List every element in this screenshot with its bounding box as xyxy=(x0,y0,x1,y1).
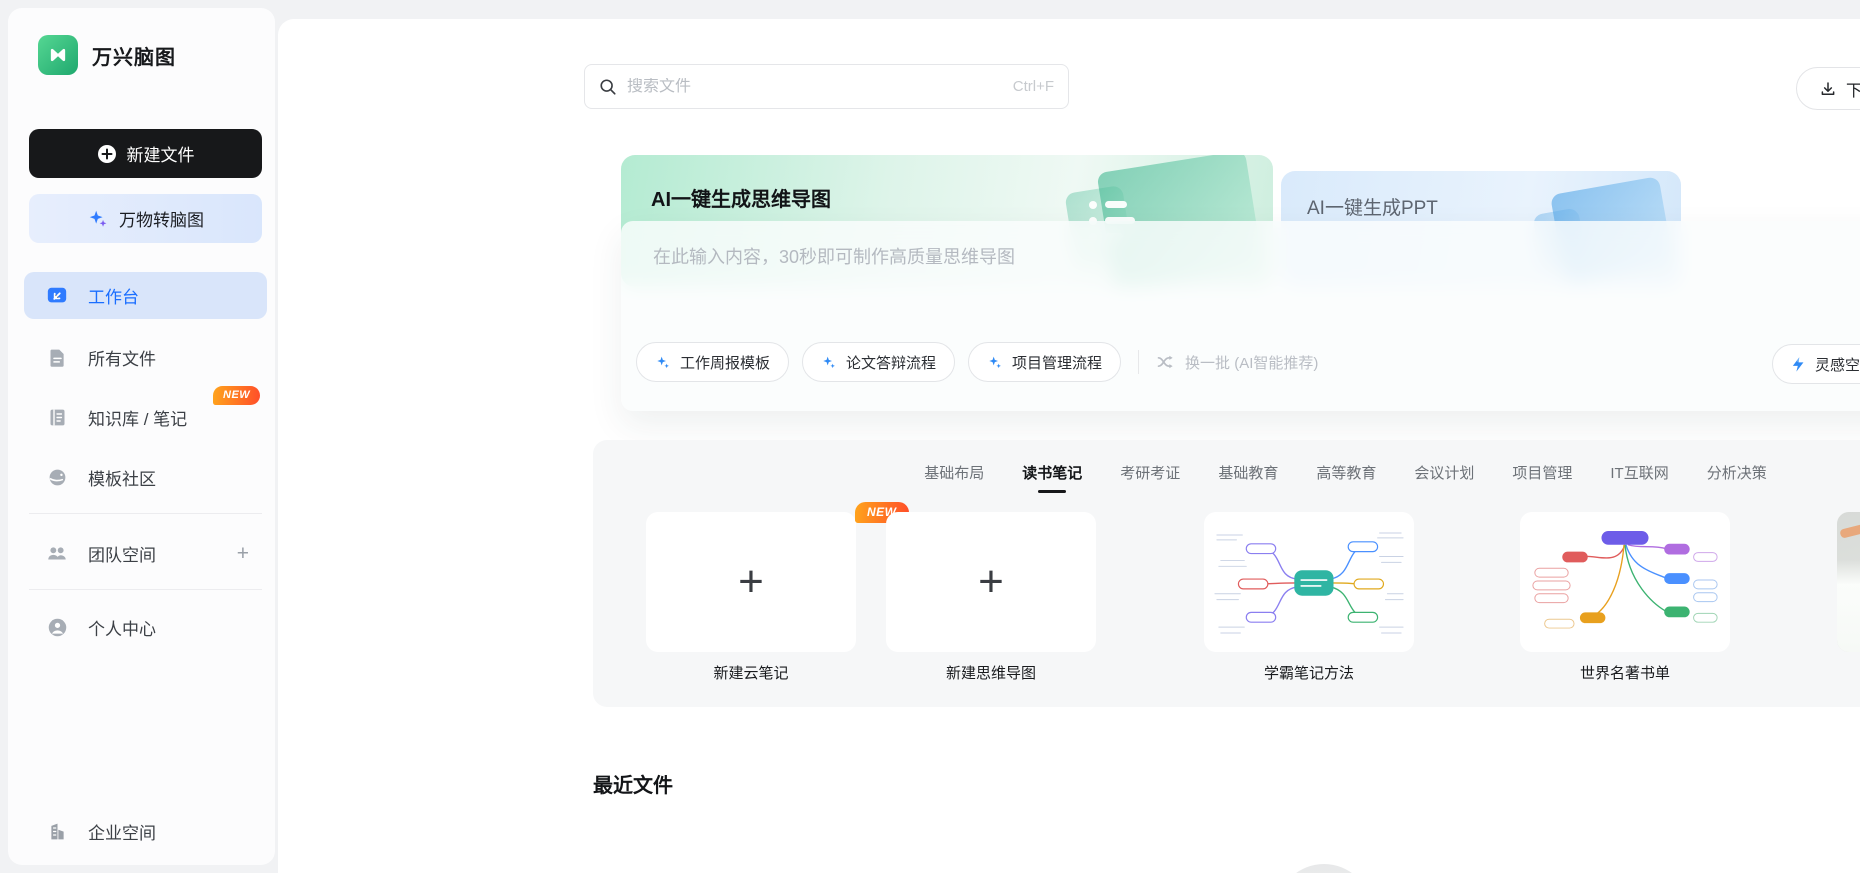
card-study-notes-template[interactable] xyxy=(1204,512,1414,652)
shuffle-icon xyxy=(1156,352,1176,372)
tab-basic-layout[interactable]: 基础布局 xyxy=(924,462,984,493)
main-panel: Ctrl+F 下载客户端 登录/注册 登录免费使用 xyxy=(278,19,1860,873)
workbench-icon xyxy=(46,285,68,307)
search-shortcut-hint: Ctrl+F xyxy=(1012,78,1054,95)
tab-exam-certification[interactable]: 考研考证 xyxy=(1120,462,1180,493)
app-window: 万兴脑图 新建文件 万物转脑图 工作台 所有文件 知识库 / 笔记 NEW 模板… xyxy=(0,0,1860,873)
sidebar-divider xyxy=(29,513,262,514)
template-chip-row: 工作周报模板 论文答辩流程 项目管理流程 换一批 (AI智能推荐) xyxy=(636,342,1318,382)
template-tabs: 基础布局 读书笔记 考研考证 基础教育 高等教育 会议计划 项目管理 IT互联网… xyxy=(593,462,1860,493)
sidebar: 万兴脑图 新建文件 万物转脑图 工作台 所有文件 知识库 / 笔记 NEW 模板… xyxy=(8,8,275,865)
user-icon xyxy=(46,617,68,639)
chip-project-management[interactable]: 项目管理流程 xyxy=(968,342,1122,382)
app-title: 万兴脑图 xyxy=(92,46,176,69)
chip-label: 论文答辩流程 xyxy=(846,354,937,372)
team-icon xyxy=(46,543,68,565)
plus-icon: + xyxy=(978,557,1004,606)
tab-basic-education[interactable]: 基础教育 xyxy=(1218,462,1278,493)
file-icon xyxy=(46,347,68,369)
chip-weekly-report[interactable]: 工作周报模板 xyxy=(636,342,790,382)
download-client-button[interactable]: 下载客户端 xyxy=(1796,67,1860,110)
inspiration-label: 灵感空间 xyxy=(1814,356,1860,374)
download-label: 下载客户端 xyxy=(1845,82,1860,100)
more-card-overlay xyxy=(1837,512,1860,652)
plus-icon: + xyxy=(738,557,764,606)
sidebar-item-all-files[interactable]: 所有文件 xyxy=(24,334,267,381)
mindmap-thumbnail xyxy=(1532,531,1718,629)
sidebar-divider xyxy=(29,589,262,590)
recent-files-title: 最近文件 xyxy=(593,775,673,797)
tab-meeting-plan[interactable]: 会议计划 xyxy=(1414,462,1474,493)
building-icon xyxy=(46,821,68,843)
search-input[interactable] xyxy=(627,77,1003,96)
card-label: 更多 xyxy=(1837,662,1860,683)
search-icon xyxy=(599,78,617,96)
card-more-templates[interactable]: 100w+精品模板 → xyxy=(1837,512,1860,652)
tab-higher-education[interactable]: 高等教育 xyxy=(1316,462,1376,493)
tab-it-internet[interactable]: IT互联网 xyxy=(1610,462,1668,493)
ai-transform-label: 万物转脑图 xyxy=(119,211,204,230)
sidebar-item-label: 个人中心 xyxy=(88,620,156,639)
new-file-button[interactable]: 新建文件 xyxy=(29,129,262,178)
sidebar-item-label: 团队空间 xyxy=(88,546,156,565)
sidebar-item-label: 知识库 / 笔记 xyxy=(88,410,188,429)
sidebar-item-label: 所有文件 xyxy=(88,350,156,369)
sparkle-icon xyxy=(987,354,1003,370)
community-icon xyxy=(46,467,68,489)
card-label: 世界名著书单 xyxy=(1579,665,1670,682)
card-new-cloud-note[interactable]: + xyxy=(646,512,856,652)
chip-label: 工作周报模板 xyxy=(680,354,771,372)
sidebar-item-label: 工作台 xyxy=(88,288,139,307)
sparkle-icon xyxy=(655,354,671,370)
app-logo: 万兴脑图 xyxy=(38,35,176,75)
shuffle-label: 换一批 (AI智能推荐) xyxy=(1185,354,1319,372)
notebook-icon xyxy=(46,407,68,429)
more-templates-link: 100w+精品模板 → xyxy=(1837,596,1860,620)
download-icon xyxy=(1819,80,1837,98)
card-label: 学霸笔记方法 xyxy=(1263,665,1354,682)
templates-section: 基础布局 读书笔记 考研考证 基础教育 高等教育 会议计划 项目管理 IT互联网… xyxy=(593,440,1860,707)
sparkle-icon xyxy=(821,354,837,370)
card-world-classics-template[interactable] xyxy=(1520,512,1730,652)
ai-content-input[interactable] xyxy=(653,243,1860,327)
inspiration-space-button[interactable]: 灵感空间 xyxy=(1771,344,1860,384)
sidebar-item-label: 模板社区 xyxy=(88,470,156,489)
search-box: Ctrl+F xyxy=(584,64,1069,109)
sparkle-icon xyxy=(87,208,109,230)
chip-divider xyxy=(1138,350,1140,374)
ai-transform-button[interactable]: 万物转脑图 xyxy=(29,194,262,243)
sidebar-item-enterprise-space[interactable]: 企业空间 xyxy=(24,808,267,855)
chip-thesis-defense[interactable]: 论文答辩流程 xyxy=(802,342,956,382)
empty-state-cloud-graphic xyxy=(1230,862,1430,873)
ai-mindmap-banner-title: AI一键生成思维导图 xyxy=(651,189,831,211)
sidebar-item-label: 企业空间 xyxy=(88,824,156,843)
tab-analysis-decision[interactable]: 分析决策 xyxy=(1707,462,1767,493)
lightning-icon xyxy=(1790,356,1807,373)
brand-logo-icon xyxy=(38,35,78,75)
sidebar-item-personal-center[interactable]: 个人中心 xyxy=(24,604,267,651)
chip-label: 项目管理流程 xyxy=(1012,354,1103,372)
card-new-mindmap[interactable]: + xyxy=(886,512,1096,652)
sidebar-item-team-space[interactable]: 团队空间 + xyxy=(24,530,267,577)
add-team-button[interactable]: + xyxy=(237,542,249,566)
ai-ppt-banner-title: AI一键生成PPT xyxy=(1307,198,1438,219)
ai-actions: 灵感空间 立即生成 xyxy=(1771,342,1860,386)
shuffle-recommend-button[interactable]: 换一批 (AI智能推荐) xyxy=(1156,352,1318,373)
mindmap-thumbnail xyxy=(1214,532,1404,634)
card-label: 新建思维导图 xyxy=(945,665,1036,682)
ai-input-panel: 工作周报模板 论文答辩流程 xyxy=(621,221,1860,411)
tab-reading-notes[interactable]: 读书笔记 xyxy=(1022,462,1082,493)
new-file-label: 新建文件 xyxy=(126,146,195,165)
tab-project-management[interactable]: 项目管理 xyxy=(1512,462,1572,493)
new-badge: NEW xyxy=(213,386,261,405)
plus-circle-icon xyxy=(97,144,117,164)
sidebar-item-template-community[interactable]: 模板社区 xyxy=(24,454,267,501)
sidebar-item-workbench[interactable]: 工作台 xyxy=(24,272,267,319)
card-label: 新建云笔记 xyxy=(713,665,789,682)
